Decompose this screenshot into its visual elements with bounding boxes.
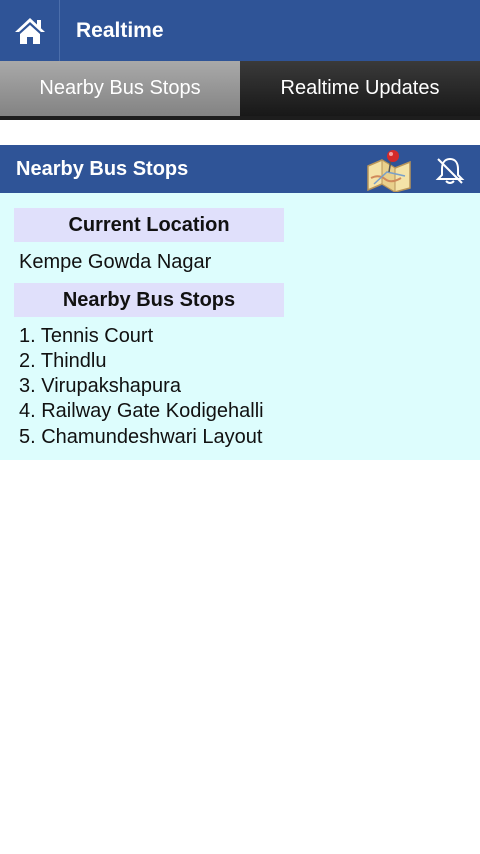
home-icon bbox=[14, 17, 45, 44]
list-item[interactable]: 3. Virupakshapura bbox=[19, 375, 181, 400]
map-icon bbox=[367, 150, 411, 193]
app-title: Realtime bbox=[76, 18, 164, 42]
section-header: Nearby Bus Stops bbox=[0, 145, 480, 193]
nearby-stops-heading: Nearby Bus Stops bbox=[14, 283, 284, 317]
current-location-value: Kempe Gowda Nagar bbox=[19, 251, 212, 273]
tab-divider bbox=[0, 116, 480, 120]
list-item[interactable]: 2. Thindlu bbox=[19, 350, 106, 375]
list-item[interactable]: 4. Railway Gate Kodigehalli bbox=[19, 400, 264, 425]
list-item[interactable]: 1. Tennis Court bbox=[19, 325, 153, 350]
notification-toggle-button[interactable] bbox=[433, 154, 467, 188]
bell-off-icon bbox=[435, 157, 465, 184]
list-item[interactable]: 5. Chamundeshwari Layout bbox=[19, 426, 262, 451]
tab-nearby-bus-stops[interactable]: Nearby Bus Stops bbox=[0, 61, 240, 116]
current-location-heading: Current Location bbox=[14, 208, 284, 242]
map-button[interactable] bbox=[365, 148, 413, 193]
tab-realtime-updates[interactable]: Realtime Updates bbox=[240, 61, 480, 116]
tab-bar: Nearby Bus Stops Realtime Updates bbox=[0, 61, 480, 116]
action-bar: Realtime bbox=[0, 0, 480, 61]
home-button[interactable] bbox=[0, 0, 60, 61]
content-panel: Current Location Kempe Gowda Nagar Nearb… bbox=[0, 193, 480, 460]
